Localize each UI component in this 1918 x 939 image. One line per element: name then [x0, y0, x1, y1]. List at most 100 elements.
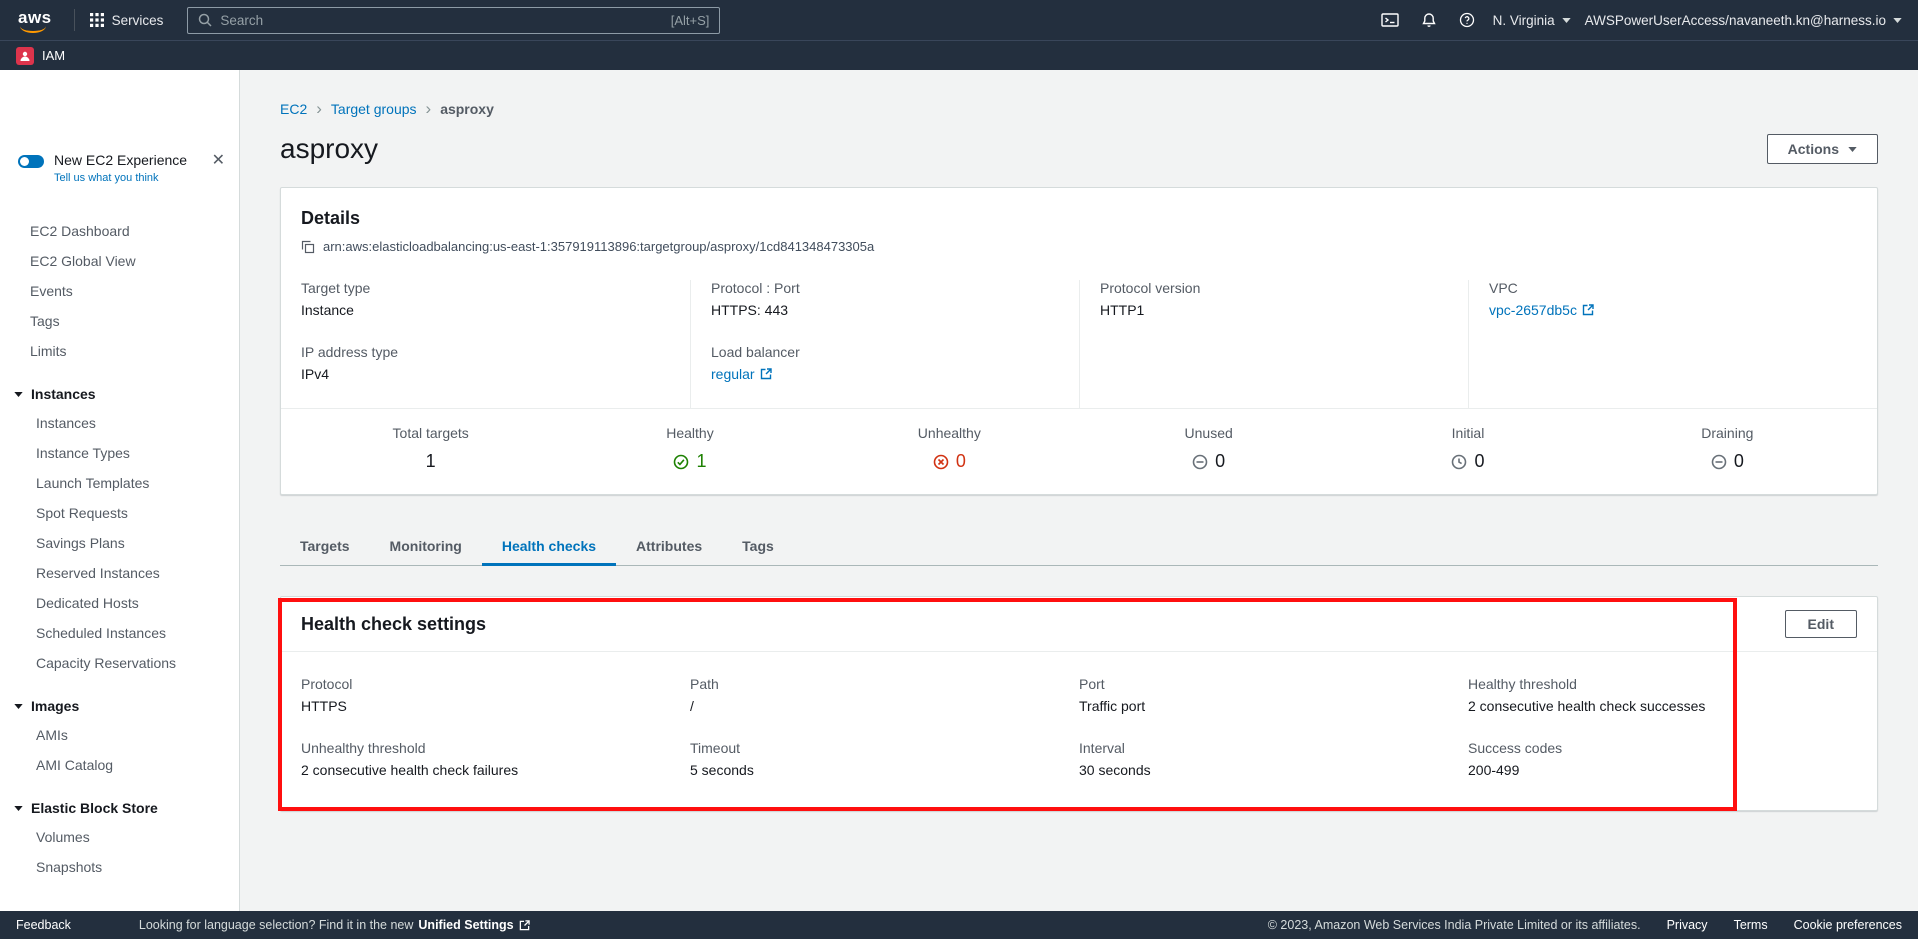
sidebar-item-ec2-global-view[interactable]: EC2 Global View — [0, 246, 239, 276]
ec2-sidebar: New EC2 Experience Tell us what you thin… — [0, 70, 240, 911]
field-target-type: Target type Instance — [301, 280, 670, 318]
sidebar-item-capacity-reservations[interactable]: Capacity Reservations — [0, 648, 239, 678]
sidebar-item-savings-plans[interactable]: Savings Plans — [0, 528, 239, 558]
close-icon[interactable]: ✕ — [212, 153, 225, 169]
cloudshell-button[interactable] — [1377, 8, 1403, 32]
sidebar-item-events[interactable]: Events — [0, 276, 239, 306]
sidebar-item-dedicated-hosts[interactable]: Dedicated Hosts — [0, 588, 239, 618]
aws-logo[interactable]: aws — [16, 8, 60, 33]
unified-settings-link[interactable]: Unified Settings — [418, 918, 529, 932]
sidebar-item-scheduled-instances[interactable]: Scheduled Instances — [0, 618, 239, 648]
stat-draining: Draining 0 — [1598, 425, 1857, 472]
footer-bar: Feedback Looking for language selection?… — [0, 911, 1918, 939]
stat-total-targets: Total targets 1 — [301, 425, 560, 472]
field-path: Path / — [690, 676, 1079, 714]
tab-targets[interactable]: Targets — [280, 529, 370, 565]
sidebar-section-images[interactable]: Images — [0, 692, 239, 720]
region-label: N. Virginia — [1493, 13, 1555, 28]
identity-person-icon — [19, 50, 31, 62]
new-experience-title: New EC2 Experience — [54, 152, 187, 168]
chevron-down-icon — [1562, 18, 1571, 23]
aws-logo-swoosh-icon — [20, 25, 46, 33]
sidebar-item-spot-requests[interactable]: Spot Requests — [0, 498, 239, 528]
sidebar-item-tags[interactable]: Tags — [0, 306, 239, 336]
language-selection-note: Looking for language selection? Find it … — [139, 918, 530, 932]
breadcrumb-ec2[interactable]: EC2 — [280, 101, 307, 117]
search-shortcut-hint: [Alt+S] — [671, 13, 710, 28]
services-menu-button[interactable]: Services — [89, 12, 164, 28]
stat-healthy: Healthy 1 — [560, 425, 819, 472]
caret-down-icon — [14, 806, 23, 811]
privacy-link[interactable]: Privacy — [1667, 918, 1708, 932]
sidebar-item-instances[interactable]: Instances — [0, 408, 239, 438]
sidebar-item-reserved-instances[interactable]: Reserved Instances — [0, 558, 239, 588]
tab-attributes[interactable]: Attributes — [616, 529, 722, 565]
unused-minus-circle-icon — [1192, 454, 1208, 470]
copyright-text: © 2023, Amazon Web Services India Privat… — [1268, 918, 1641, 932]
new-experience-toggle[interactable] — [18, 155, 44, 168]
field-vpc: VPC vpc-2657db5c — [1489, 280, 1837, 318]
terms-link[interactable]: Terms — [1734, 918, 1768, 932]
stat-initial: Initial 0 — [1338, 425, 1597, 472]
draining-minus-circle-icon — [1711, 454, 1727, 470]
sidebar-item-limits[interactable]: Limits — [0, 336, 239, 366]
caret-down-icon — [14, 704, 23, 709]
caret-down-icon — [1848, 147, 1857, 152]
sidebar-section-elastic-block-store[interactable]: Elastic Block Store — [0, 794, 239, 822]
target-health-summary: Total targets 1 Healthy 1 Unhealthy 0 Un… — [281, 408, 1877, 494]
actions-button[interactable]: Actions — [1767, 134, 1878, 164]
sidebar-nav: EC2 Dashboard EC2 Global View Events Tag… — [0, 216, 239, 882]
sidebar-item-amis[interactable]: AMIs — [0, 720, 239, 750]
sidebar-section-instances[interactable]: Instances — [0, 380, 239, 408]
sidebar-item-ami-catalog[interactable]: AMI Catalog — [0, 750, 239, 780]
field-interval: Interval 30 seconds — [1079, 740, 1468, 778]
health-check-settings-card: Health check settings Edit Protocol HTTP… — [280, 596, 1878, 811]
sidebar-item-volumes[interactable]: Volumes — [0, 822, 239, 852]
breadcrumb-separator-icon: › — [316, 100, 322, 117]
field-protocol-port: Protocol : Port HTTPS: 443 — [711, 280, 1059, 318]
cloudshell-terminal-icon — [1381, 12, 1399, 28]
health-check-card-header: Health check settings Edit — [281, 597, 1877, 652]
field-load-balancer: Load balancer regular — [711, 344, 1059, 382]
page-header: asproxy Actions — [280, 133, 1878, 165]
account-label: AWSPowerUserAccess/navaneeth.kn@harness.… — [1585, 13, 1886, 28]
field-port: Port Traffic port — [1079, 676, 1468, 714]
edit-health-check-button[interactable]: Edit — [1785, 610, 1857, 638]
field-protocol: Protocol HTTPS — [301, 676, 690, 714]
tab-health-checks[interactable]: Health checks — [482, 529, 616, 565]
notifications-bell-button[interactable] — [1417, 8, 1441, 32]
copy-arn-button[interactable] — [301, 240, 315, 254]
breadcrumb-target-groups[interactable]: Target groups — [331, 101, 417, 117]
services-label: Services — [112, 13, 164, 28]
vpc-link[interactable]: vpc-2657db5c — [1489, 302, 1594, 318]
tab-tags[interactable]: Tags — [722, 529, 794, 565]
aws-logo-text: aws — [18, 8, 52, 27]
sidebar-item-ec2-dashboard[interactable]: EC2 Dashboard — [0, 216, 239, 246]
new-experience-banner: New EC2 Experience Tell us what you thin… — [18, 152, 225, 184]
field-protocol-version: Protocol version HTTP1 — [1100, 280, 1448, 318]
health-check-heading: Health check settings — [301, 614, 486, 635]
global-search-box[interactable]: [Alt+S] — [187, 7, 720, 34]
initial-clock-icon — [1451, 454, 1467, 470]
new-experience-feedback-link[interactable]: Tell us what you think — [54, 172, 187, 184]
nav-divider — [74, 9, 75, 31]
field-ip-address-type: IP address type IPv4 — [301, 344, 670, 382]
iam-label[interactable]: IAM — [42, 48, 65, 63]
tab-monitoring[interactable]: Monitoring — [370, 529, 482, 565]
sidebar-item-instance-types[interactable]: Instance Types — [0, 438, 239, 468]
load-balancer-link[interactable]: regular — [711, 366, 772, 382]
help-button[interactable] — [1455, 8, 1479, 32]
account-menu[interactable]: AWSPowerUserAccess/navaneeth.kn@harness.… — [1585, 13, 1902, 28]
tab-bar: Targets Monitoring Health checks Attribu… — [280, 529, 1878, 566]
sidebar-item-snapshots[interactable]: Snapshots — [0, 852, 239, 882]
feedback-link[interactable]: Feedback — [16, 918, 71, 932]
cookie-preferences-link[interactable]: Cookie preferences — [1794, 918, 1902, 932]
iam-service-icon — [16, 47, 34, 65]
unhealthy-x-circle-icon — [933, 454, 949, 470]
region-selector[interactable]: N. Virginia — [1493, 13, 1571, 28]
search-input[interactable] — [220, 13, 662, 28]
field-unhealthy-threshold: Unhealthy threshold 2 consecutive health… — [301, 740, 690, 778]
services-grid-icon — [89, 12, 105, 28]
target-group-arn: arn:aws:elasticloadbalancing:us-east-1:3… — [323, 239, 874, 254]
sidebar-item-launch-templates[interactable]: Launch Templates — [0, 468, 239, 498]
